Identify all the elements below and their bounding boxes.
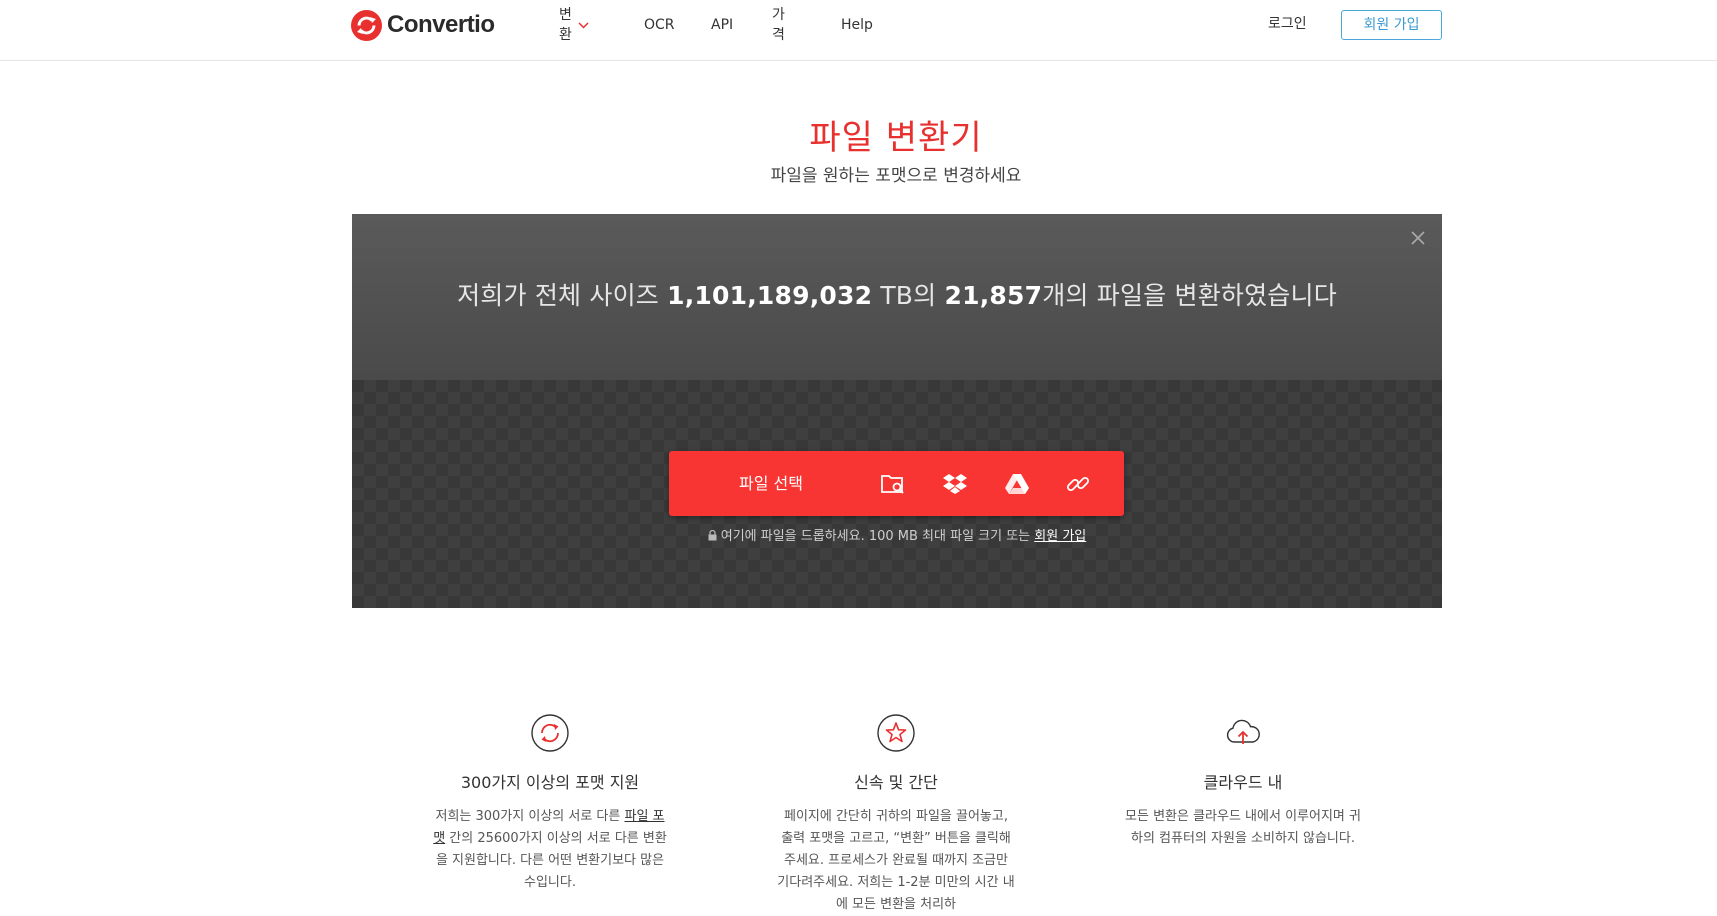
- drop-hint: 여기에 파일을 드롭하세요. 100 MB 최대 파일 크기 또는 회원 가입: [352, 525, 1442, 545]
- drop-hint-text: 여기에 파일을 드롭하세요. 100 MB 최대 파일 크기 또는: [720, 529, 1035, 544]
- star-circle-icon: [766, 713, 1026, 753]
- conversion-stats: 저희가 전체 사이즈 1,101,189,032 TB의 21,857개의 파일…: [352, 276, 1442, 312]
- feature-formats-title: 300가지 이상의 포맷 지원: [460, 773, 640, 792]
- stats-banner: 저희가 전체 사이즈 1,101,189,032 TB의 21,857개의 파일…: [352, 214, 1442, 380]
- lock-icon: [708, 529, 717, 545]
- page-subtitle: 파일을 원하는 포맷으로 변경하세요: [770, 166, 1022, 186]
- nav-convert-label: 변환: [559, 7, 572, 43]
- dropbox-icon[interactable]: [940, 469, 970, 499]
- nav-convert[interactable]: 변환: [559, 7, 589, 43]
- cloud-upload-icon: [1113, 713, 1373, 753]
- converter-box: 저희가 전체 사이즈 1,101,189,032 TB의 21,857개의 파일…: [352, 214, 1442, 608]
- top-header: Convertio 변환 OCR API 가격 Help 로그인 회원 가입: [0, 0, 1717, 61]
- feature-fast-easy: 신속 및 간단 페이지에 간단히 귀하의 파일을 끌어놓고, 출력 포맷을 고르…: [766, 713, 1026, 916]
- chevron-down-icon: [578, 15, 589, 35]
- stats-count: 21,857: [944, 281, 1043, 310]
- feature-cloud: 클라우드 내 모든 변환은 클라우드 내에서 이루어지며 귀하의 컴퓨터의 자원…: [1113, 713, 1373, 850]
- folder-search-icon[interactable]: [878, 469, 908, 499]
- signup-button[interactable]: 회원 가입: [1341, 10, 1442, 40]
- feature-fast-easy-title: 신속 및 간단: [854, 773, 938, 792]
- feature-formats-text-before: 저희는 300가지 이상의 서로 다른: [435, 809, 625, 824]
- refresh-circle-icon: [420, 713, 680, 753]
- feature-formats-text-after: 간의 25600가지 이상의 서로 다른 변환을 지원합니다. 다른 어떤 변환…: [435, 831, 667, 890]
- choose-files-button[interactable]: 파일 선택: [669, 451, 873, 516]
- google-drive-icon[interactable]: [1002, 469, 1032, 499]
- logo-text: Convertio: [387, 11, 495, 38]
- stats-prefix: 저희가 전체 사이즈: [457, 281, 668, 310]
- close-icon[interactable]: [1410, 230, 1426, 246]
- stats-size-unit: TB의: [872, 281, 945, 310]
- nav-api[interactable]: API: [711, 15, 733, 35]
- feature-fast-easy-text: 페이지에 간단히 귀하의 파일을 끌어놓고, 출력 포맷을 고르고, “변환” …: [777, 809, 1015, 912]
- drop-zone[interactable]: 파일 선택 여기에 파일을 드롭하세요. 100 MB 최대 파일 크기 또는 …: [352, 380, 1442, 608]
- page-title: 파일 변환기: [809, 118, 983, 158]
- feature-formats: 300가지 이상의 포맷 지원 저희는 300가지 이상의 서로 다른 파일 포…: [420, 713, 680, 894]
- feature-cloud-title: 클라우드 내: [1203, 773, 1283, 792]
- feature-formats-text: 저희는 300가지 이상의 서로 다른 파일 포맷 간의 25600가지 이상의…: [430, 806, 670, 894]
- convertio-logo[interactable]: Convertio: [351, 9, 495, 41]
- nav-ocr[interactable]: OCR: [644, 15, 675, 35]
- convertio-logo-icon: [351, 9, 382, 41]
- stats-size: 1,101,189,032: [667, 281, 873, 310]
- feature-cloud-text: 모든 변환은 클라우드 내에서 이루어지며 귀하의 컴퓨터의 자원을 소비하지 …: [1125, 809, 1361, 846]
- url-link-icon[interactable]: [1063, 469, 1093, 499]
- file-source-bar: 파일 선택: [669, 451, 1124, 516]
- login-link[interactable]: 로그인: [1268, 14, 1307, 34]
- nav-help[interactable]: Help: [841, 15, 873, 35]
- stats-suffix: 개의 파일을 변환하였습니다: [1042, 281, 1337, 310]
- nav-pricing[interactable]: 가격: [772, 7, 785, 43]
- drop-hint-signup-link[interactable]: 회원 가입: [1034, 529, 1086, 544]
